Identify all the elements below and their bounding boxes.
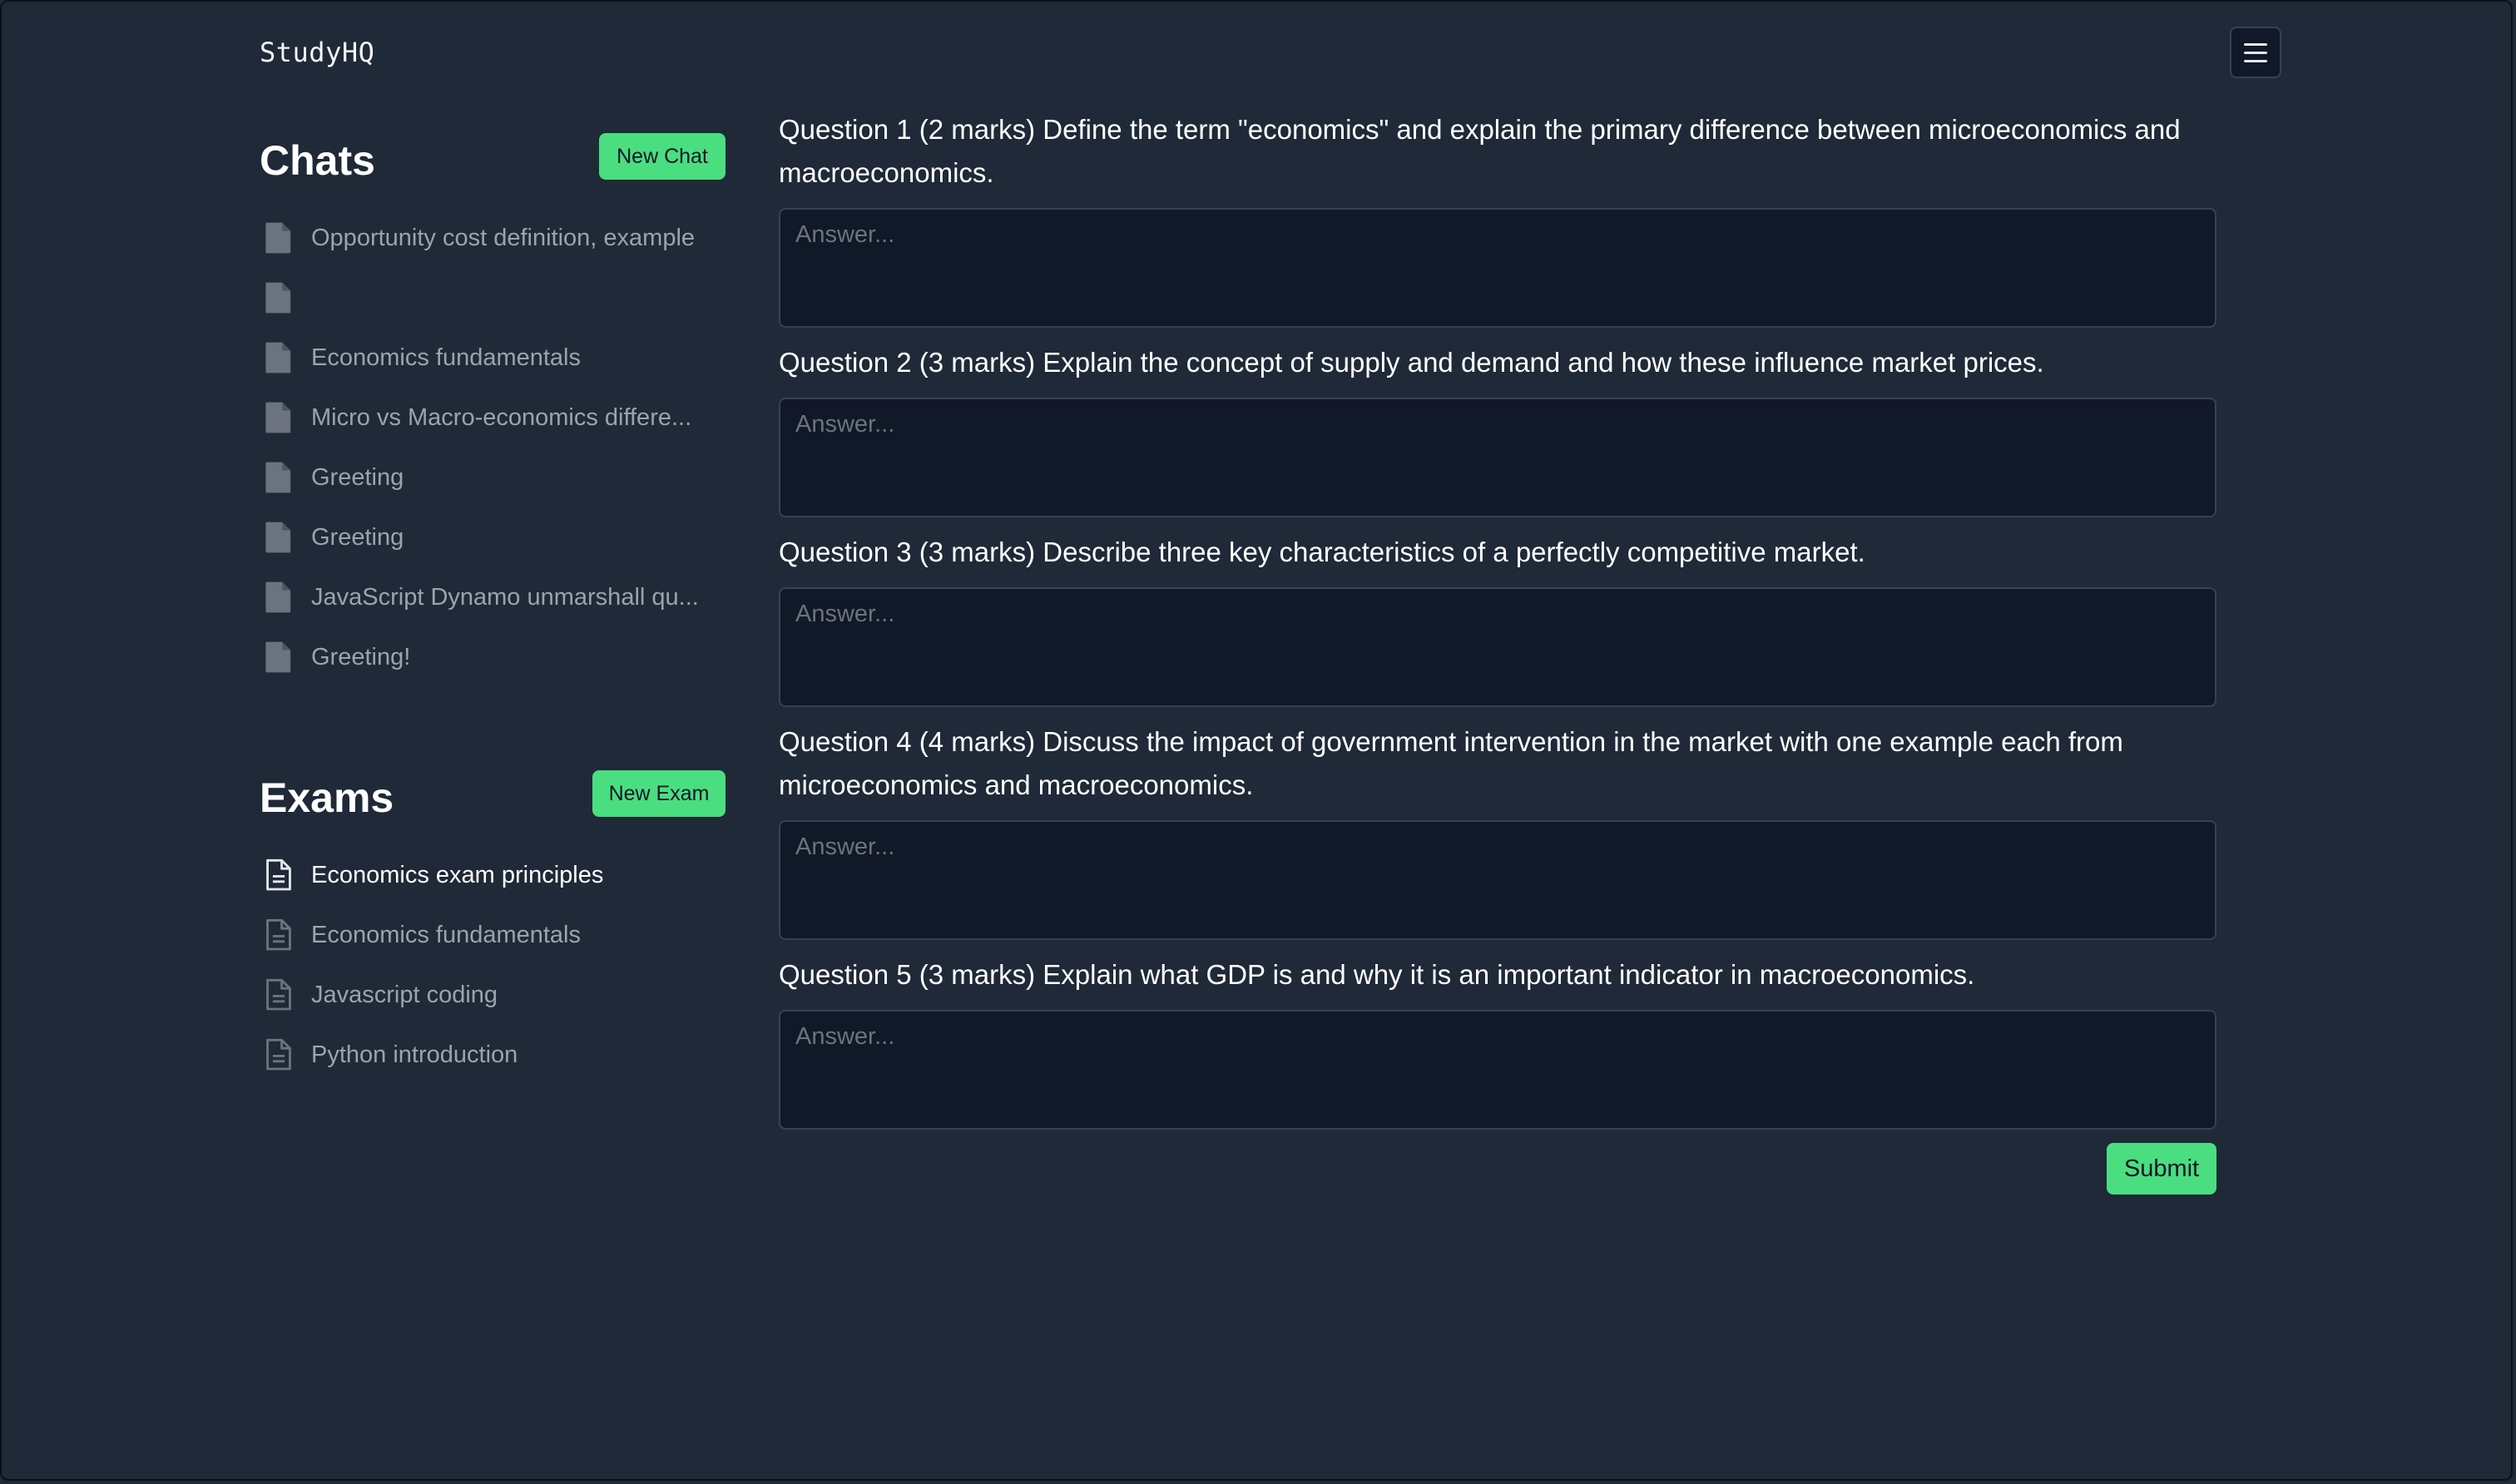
exam-item[interactable]: Economics fundamentals xyxy=(265,905,731,965)
chat-item-label: Opportunity cost definition, example xyxy=(311,224,696,251)
chat-item[interactable]: Greeting! xyxy=(265,627,731,687)
file-icon xyxy=(265,462,291,493)
menu-button[interactable] xyxy=(2230,27,2281,78)
file-icon xyxy=(265,282,291,314)
chat-item-label: Greeting! xyxy=(311,643,411,670)
file-icon xyxy=(265,522,291,553)
answer-5-input[interactable] xyxy=(779,1010,2216,1130)
file-icon xyxy=(265,222,291,254)
chat-item[interactable] xyxy=(265,268,731,328)
file-icon xyxy=(265,641,291,673)
file-icon xyxy=(265,402,291,433)
chat-item[interactable]: Greeting xyxy=(265,448,731,507)
exam-item-active[interactable]: Economics exam principles xyxy=(265,845,731,905)
app-logo[interactable]: StudyHQ xyxy=(260,37,374,68)
question-3-text: Question 3 (3 marks) Describe three key … xyxy=(779,537,1865,567)
chat-item[interactable]: JavaScript Dynamo unmarshall qu... xyxy=(265,567,731,627)
file-text-icon xyxy=(266,978,291,1011)
exam-item-label: Javascript coding xyxy=(311,981,498,1008)
chat-item-label: Greeting xyxy=(311,463,404,491)
file-icon xyxy=(265,342,291,373)
chat-item[interactable]: Economics fundamentals xyxy=(265,328,731,388)
chat-list: Opportunity cost definition, example Eco… xyxy=(265,208,731,687)
question-4-text: Question 4 (4 marks) Discuss the impact … xyxy=(779,726,2123,800)
chat-item-label: Greeting xyxy=(311,523,404,551)
new-exam-button[interactable]: New Exam xyxy=(592,770,726,817)
answer-4-input[interactable] xyxy=(779,820,2216,940)
hamburger-menu-icon xyxy=(2244,42,2267,46)
chat-item[interactable]: Opportunity cost definition, example xyxy=(265,208,731,268)
exams-title: Exams xyxy=(260,774,394,821)
exam-item-label: Economics fundamentals xyxy=(311,921,581,948)
answer-3-input[interactable] xyxy=(779,587,2216,707)
exam-list: Economics exam principles Economics fund… xyxy=(265,845,731,1085)
file-text-icon xyxy=(266,918,291,951)
file-icon xyxy=(265,581,291,613)
answer-1-input[interactable] xyxy=(779,208,2216,328)
chat-item-label: Economics fundamentals xyxy=(311,344,581,371)
chat-item[interactable]: Greeting xyxy=(265,507,731,567)
file-text-icon xyxy=(266,858,291,891)
chat-item[interactable]: Micro vs Macro-economics differe... xyxy=(265,388,731,448)
exam-item[interactable]: Javascript coding xyxy=(265,965,731,1025)
question-5-text: Question 5 (3 marks) Explain what GDP is… xyxy=(779,959,1975,990)
exam-item-label: Python introduction xyxy=(311,1041,518,1068)
answer-2-input[interactable] xyxy=(779,398,2216,517)
exam-item[interactable]: Python introduction xyxy=(265,1025,731,1085)
chats-title: Chats xyxy=(260,137,375,184)
submit-button[interactable]: Submit xyxy=(2107,1143,2216,1195)
new-chat-button[interactable]: New Chat xyxy=(599,133,726,180)
question-1-text: Question 1 (2 marks) Define the term "ec… xyxy=(779,114,2181,188)
exam-item-label: Economics exam principles xyxy=(311,861,604,888)
question-2-text: Question 2 (3 marks) Explain the concept… xyxy=(779,347,2044,378)
file-text-icon xyxy=(266,1038,291,1071)
chat-item-label: Micro vs Macro-economics differe... xyxy=(311,403,692,431)
chat-item-label: JavaScript Dynamo unmarshall qu... xyxy=(311,583,699,611)
